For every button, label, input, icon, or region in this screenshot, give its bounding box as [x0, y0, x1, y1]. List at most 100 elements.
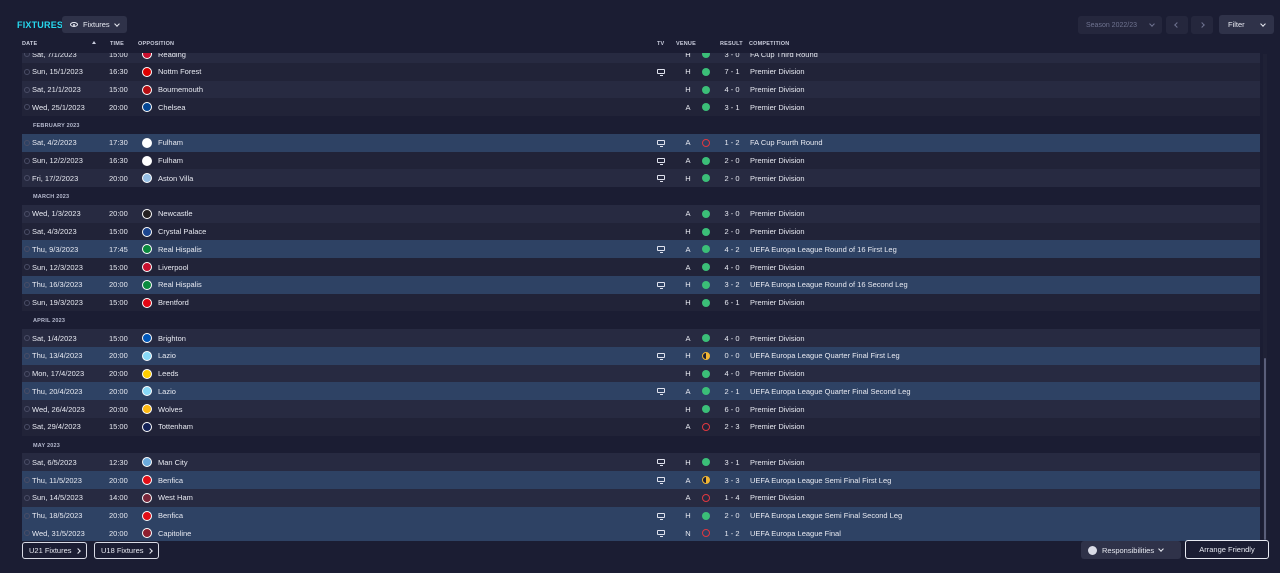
- fixture-row[interactable]: Sat, 21/1/2023 15:00 Bournemouth H 4 - 0 Prem…: [22, 80, 1260, 99]
- competition-link[interactable]: UEFA Europa League Semi Final Second Leg: [750, 511, 902, 520]
- fixture-row[interactable]: Sat, 1/4/2023 15:00 Brighton A 4 - 0 Premier …: [22, 329, 1260, 347]
- row-select-icon[interactable]: [24, 388, 30, 395]
- fixture-result[interactable]: 2 - 0: [722, 156, 742, 165]
- competition-link[interactable]: FA Cup Third Round: [750, 53, 818, 59]
- column-date[interactable]: DATE: [22, 41, 37, 47]
- competition-link[interactable]: UEFA Europa League Semi Final First Leg: [750, 476, 891, 485]
- competition-link[interactable]: Premier Division: [750, 298, 805, 307]
- opposition-link[interactable]: Nottm Forest: [158, 67, 201, 76]
- competition-link[interactable]: Premier Division: [750, 334, 805, 343]
- column-opposition[interactable]: OPPOSITION: [138, 41, 174, 47]
- opposition-link[interactable]: Brighton: [158, 334, 186, 343]
- opposition-link[interactable]: Benfica: [158, 476, 183, 485]
- row-select-icon[interactable]: [24, 494, 30, 501]
- scrollbar-thumb[interactable]: [1264, 358, 1266, 540]
- fixture-row[interactable]: Thu, 13/4/2023 20:00 Lazio H 0 - 0 UEFA Europ…: [22, 346, 1260, 365]
- fixture-result[interactable]: 3 - 0: [722, 209, 742, 218]
- row-select-icon[interactable]: [24, 264, 30, 270]
- fixture-row[interactable]: Sun, 12/3/2023 15:00 Liverpool A 4 - 0 Premie…: [22, 258, 1260, 276]
- fixture-row[interactable]: Thu, 18/5/2023 20:00 Benfica H 2 - 0 UEFA Eur…: [22, 506, 1260, 525]
- column-venue[interactable]: VENUE: [676, 41, 696, 47]
- opposition-link[interactable]: Bournemouth: [158, 85, 203, 94]
- fixture-result[interactable]: 2 - 1: [722, 387, 742, 396]
- view-selector-button[interactable]: Fixtures: [62, 16, 127, 33]
- opposition-link[interactable]: Wolves: [158, 405, 182, 414]
- opposition-link[interactable]: Newcastle: [158, 209, 193, 218]
- competition-link[interactable]: Premier Division: [750, 156, 805, 165]
- opposition-link[interactable]: Brentford: [158, 298, 189, 307]
- fixture-result[interactable]: 1 - 4: [722, 493, 742, 502]
- opposition-link[interactable]: Real Hispalis: [158, 280, 202, 289]
- fixture-row[interactable]: Mon, 17/4/2023 20:00 Leeds H 4 - 0 Premier Di…: [22, 364, 1260, 383]
- competition-link[interactable]: UEFA Europa League Round of 16 First Leg: [750, 245, 897, 254]
- opposition-link[interactable]: Lazio: [158, 351, 176, 360]
- opposition-link[interactable]: Fulham: [158, 138, 183, 147]
- row-select-icon[interactable]: [24, 139, 30, 146]
- fixture-row[interactable]: Wed, 1/3/2023 20:00 Newcastle A 3 - 0 Premier…: [22, 204, 1260, 223]
- competition-link[interactable]: Premier Division: [750, 85, 805, 94]
- row-select-icon[interactable]: [24, 210, 30, 217]
- opposition-link[interactable]: Lazio: [158, 387, 176, 396]
- fixture-row[interactable]: Thu, 11/5/2023 20:00 Benfica A 3 - 3 UEFA Eur…: [22, 471, 1260, 489]
- fixture-result[interactable]: 4 - 2: [722, 245, 742, 254]
- fixture-result[interactable]: 6 - 1: [722, 298, 742, 307]
- row-select-icon[interactable]: [24, 86, 30, 93]
- filter-button[interactable]: Filter: [1219, 15, 1274, 34]
- fixture-row[interactable]: Sun, 15/1/2023 16:30 Nottm Forest H 7 - 1 Pre…: [22, 62, 1260, 81]
- competition-link[interactable]: Premier Division: [750, 67, 805, 76]
- fixture-result[interactable]: 3 - 1: [722, 458, 742, 467]
- column-competition[interactable]: COMPETITION: [749, 41, 789, 47]
- row-select-icon[interactable]: [24, 157, 30, 164]
- fixture-result[interactable]: 2 - 0: [722, 511, 742, 520]
- fixture-row[interactable]: Fri, 17/2/2023 20:00 Aston Villa H 2 - 0 Prem…: [22, 169, 1260, 187]
- row-select-icon[interactable]: [24, 104, 30, 111]
- fixture-result[interactable]: 2 - 3: [722, 422, 742, 431]
- fixture-row[interactable]: Thu, 20/4/2023 20:00 Lazio A 2 - 1 UEFA Europ…: [22, 382, 1260, 400]
- fixture-row[interactable]: Sat, 6/5/2023 12:30 Man City H 3 - 1 Premier …: [22, 453, 1260, 471]
- row-select-icon[interactable]: [24, 423, 30, 430]
- fixture-result[interactable]: 4 - 0: [722, 85, 742, 94]
- previous-season-button[interactable]: [1166, 16, 1188, 34]
- row-select-icon[interactable]: [24, 175, 30, 182]
- opposition-link[interactable]: West Ham: [158, 493, 193, 502]
- arrange-friendly-button[interactable]: Arrange Friendly: [1185, 540, 1269, 559]
- fixture-result[interactable]: 3 - 0: [722, 53, 742, 59]
- row-select-icon[interactable]: [24, 246, 30, 253]
- fixture-result[interactable]: 1 - 2: [722, 138, 742, 147]
- fixture-row[interactable]: Sat, 4/3/2023 15:00 Crystal Palace H 2 - 0 Pr…: [22, 222, 1260, 241]
- row-select-icon[interactable]: [24, 228, 30, 235]
- row-select-icon[interactable]: [24, 477, 30, 483]
- column-time[interactable]: TIME: [110, 41, 124, 47]
- opposition-link[interactable]: Reading: [158, 53, 186, 59]
- fixture-result[interactable]: 3 - 2: [722, 280, 742, 289]
- competition-link[interactable]: UEFA Europa League Round of 16 Second Le…: [750, 280, 908, 289]
- fixture-row[interactable]: Sat, 29/4/2023 15:00 Tottenham A 2 - 3 Premie…: [22, 417, 1260, 436]
- competition-link[interactable]: Premier Division: [750, 405, 805, 414]
- fixture-row[interactable]: Thu, 16/3/2023 20:00 Real Hispalis H 3 - 2 UE…: [22, 275, 1260, 294]
- fixture-result[interactable]: 0 - 0: [722, 351, 742, 360]
- opposition-link[interactable]: Liverpool: [158, 263, 188, 272]
- row-select-icon[interactable]: [24, 299, 30, 306]
- column-tv[interactable]: TV: [657, 41, 664, 47]
- competition-link[interactable]: FA Cup Fourth Round: [750, 138, 823, 147]
- competition-link[interactable]: Premier Division: [750, 422, 805, 431]
- competition-link[interactable]: Premier Division: [750, 369, 805, 378]
- row-select-icon[interactable]: [24, 335, 30, 341]
- fixture-row[interactable]: Sat, 7/1/2023 15:00 Reading H 3 - 0 FA Cup Th…: [22, 53, 1260, 63]
- fixture-result[interactable]: 2 - 0: [722, 174, 742, 183]
- competition-link[interactable]: UEFA Europa League Quarter Final Second …: [750, 387, 911, 396]
- fixtures-table[interactable]: Sat, 7/1/2023 15:00 Reading H 3 - 0 FA Cup Th…: [22, 53, 1260, 541]
- competition-link[interactable]: UEFA Europa League Quarter Final First L…: [750, 351, 900, 360]
- row-select-icon[interactable]: [24, 68, 30, 75]
- responsibilities-button[interactable]: Responsibilities: [1081, 541, 1181, 559]
- row-select-icon[interactable]: [24, 281, 30, 288]
- opposition-link[interactable]: Leeds: [158, 369, 178, 378]
- fixture-result[interactable]: 4 - 0: [722, 334, 742, 343]
- opposition-link[interactable]: Chelsea: [158, 103, 186, 112]
- opposition-link[interactable]: Real Hispalis: [158, 245, 202, 254]
- season-selector[interactable]: Season 2022/23: [1078, 16, 1162, 34]
- opposition-link[interactable]: Capitoline: [158, 529, 191, 538]
- fixture-row[interactable]: Sat, 4/2/2023 17:30 Fulham A 1 - 2 FA Cup Fou…: [22, 133, 1260, 152]
- fixture-row[interactable]: Wed, 26/4/2023 20:00 Wolves H 6 - 0 Premier D…: [22, 400, 1260, 418]
- opposition-link[interactable]: Tottenham: [158, 422, 193, 431]
